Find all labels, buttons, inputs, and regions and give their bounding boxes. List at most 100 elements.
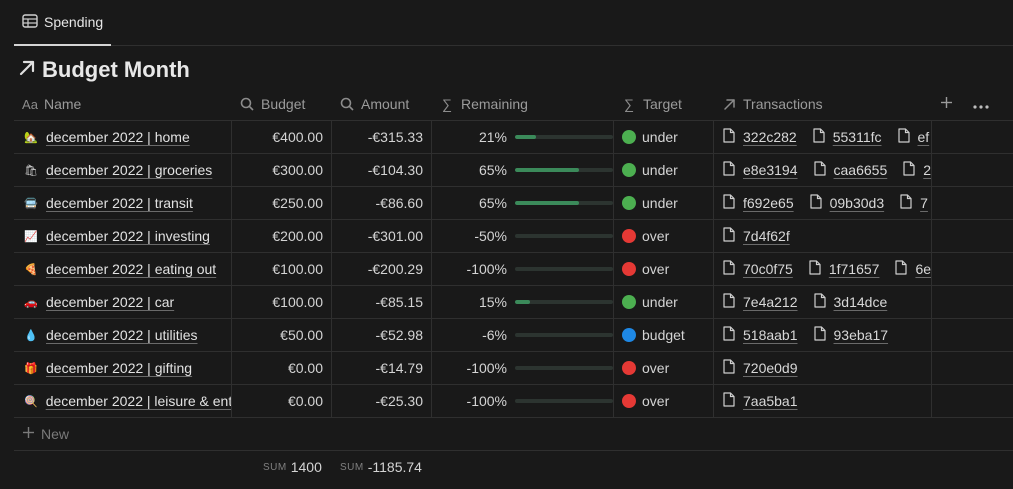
transactions-cell[interactable]: f692e65 09b30d3 7: [713, 187, 931, 219]
column-header-amount[interactable]: Amount: [331, 88, 431, 120]
table-row[interactable]: 🚍 december 2022 | transit €250.00 -€86.60 65…: [14, 187, 1013, 220]
tab-spending[interactable]: Spending: [14, 0, 111, 46]
amount-cell[interactable]: -€25.30: [331, 385, 431, 417]
column-header-target[interactable]: ∑ Target: [613, 88, 713, 120]
table-row[interactable]: 📈 december 2022 | investing €200.00 -€301.0…: [14, 220, 1013, 253]
transaction-link[interactable]: ef: [897, 128, 929, 146]
target-cell[interactable]: over: [613, 220, 713, 252]
table-row[interactable]: 🍕 december 2022 | eating out €100.00 -€200.…: [14, 253, 1013, 286]
transaction-link[interactable]: f692e65: [723, 194, 794, 212]
name-cell[interactable]: 🍕 december 2022 | eating out: [14, 253, 231, 285]
transactions-cell[interactable]: e8e3194 caa6655 2: [713, 154, 931, 186]
budget-cell[interactable]: €200.00: [231, 220, 331, 252]
transaction-link[interactable]: 55311fc: [813, 128, 882, 146]
table-row[interactable]: 💧 december 2022 | utilities €50.00 -€52.98 -…: [14, 319, 1013, 352]
budget-cell[interactable]: €400.00: [231, 121, 331, 153]
row-name-link[interactable]: december 2022 | eating out: [46, 261, 216, 277]
target-cell[interactable]: under: [613, 286, 713, 318]
row-name-link[interactable]: december 2022 | home: [46, 129, 190, 145]
name-cell[interactable]: 🚍 december 2022 | transit: [14, 187, 231, 219]
transaction-link[interactable]: 7d4f62f: [723, 227, 790, 245]
target-cell[interactable]: under: [613, 154, 713, 186]
remaining-cell[interactable]: -50%: [431, 220, 613, 252]
amount-cell[interactable]: -€104.30: [331, 154, 431, 186]
row-name-link[interactable]: december 2022 | transit: [46, 195, 193, 211]
budget-cell[interactable]: €0.00: [231, 352, 331, 384]
amount-sum[interactable]: SUM -1185.74: [340, 451, 422, 483]
name-cell[interactable]: 🏡 december 2022 | home: [14, 121, 231, 153]
table-row[interactable]: 🛍 december 2022 | groceries €300.00 -€104.3…: [14, 154, 1013, 187]
amount-cell[interactable]: -€301.00: [331, 220, 431, 252]
transaction-link[interactable]: 09b30d3: [810, 194, 884, 212]
transactions-cell[interactable]: 7e4a212 3d14dce: [713, 286, 931, 318]
transaction-link[interactable]: 2: [903, 161, 931, 179]
transaction-link[interactable]: 1f71657: [809, 260, 879, 278]
name-cell[interactable]: 🎁 december 2022 | gifting: [14, 352, 231, 384]
transactions-cell[interactable]: 7aa5ba1: [713, 385, 931, 417]
name-cell[interactable]: 💧 december 2022 | utilities: [14, 319, 231, 351]
transaction-link[interactable]: 7: [900, 194, 928, 212]
remaining-cell[interactable]: 65%: [431, 154, 613, 186]
row-name-link[interactable]: december 2022 | gifting: [46, 360, 192, 376]
budget-cell[interactable]: €50.00: [231, 319, 331, 351]
transaction-link[interactable]: e8e3194: [723, 161, 798, 179]
target-cell[interactable]: over: [613, 385, 713, 417]
transactions-cell[interactable]: 518aab1 93eba17: [713, 319, 931, 351]
transaction-link[interactable]: 7e4a212: [723, 293, 798, 311]
transactions-cell[interactable]: 70c0f75 1f71657 6e: [713, 253, 931, 285]
name-cell[interactable]: 📈 december 2022 | investing: [14, 220, 231, 252]
budget-cell[interactable]: €100.00: [231, 253, 331, 285]
target-cell[interactable]: under: [613, 187, 713, 219]
budget-cell[interactable]: €100.00: [231, 286, 331, 318]
target-cell[interactable]: budget: [613, 319, 713, 351]
amount-cell[interactable]: -€85.15: [331, 286, 431, 318]
table-row[interactable]: 🎁 december 2022 | gifting €0.00 -€14.79 -100…: [14, 352, 1013, 385]
transaction-link[interactable]: 720e0d9: [723, 359, 798, 377]
remaining-cell[interactable]: -100%: [431, 385, 613, 417]
amount-cell[interactable]: -€315.33: [331, 121, 431, 153]
column-header-name[interactable]: Aa Name: [14, 88, 231, 120]
name-cell[interactable]: 🚗 december 2022 | car: [14, 286, 231, 318]
column-header-budget[interactable]: Budget: [231, 88, 331, 120]
remaining-cell[interactable]: -100%: [431, 352, 613, 384]
row-name-link[interactable]: december 2022 | groceries: [46, 162, 212, 178]
transactions-cell[interactable]: 7d4f62f: [713, 220, 931, 252]
transaction-link[interactable]: 3d14dce: [813, 293, 887, 311]
budget-cell[interactable]: €0.00: [231, 385, 331, 417]
new-row-button[interactable]: New: [14, 418, 1013, 451]
budget-cell[interactable]: €300.00: [231, 154, 331, 186]
target-cell[interactable]: over: [613, 352, 713, 384]
remaining-cell[interactable]: 21%: [431, 121, 613, 153]
transaction-link[interactable]: 322c282: [723, 128, 797, 146]
more-options-button[interactable]: [969, 88, 993, 120]
target-cell[interactable]: under: [613, 121, 713, 153]
transaction-link[interactable]: 518aab1: [723, 326, 798, 344]
remaining-cell[interactable]: -6%: [431, 319, 613, 351]
amount-cell[interactable]: -€14.79: [331, 352, 431, 384]
column-header-remaining[interactable]: ∑ Remaining: [431, 88, 613, 120]
row-name-link[interactable]: december 2022 | utilities: [46, 327, 198, 343]
row-name-link[interactable]: december 2022 | investing: [46, 228, 210, 244]
row-name-link[interactable]: december 2022 | leisure & ent: [46, 393, 231, 409]
remaining-cell[interactable]: -100%: [431, 253, 613, 285]
transactions-cell[interactable]: 720e0d9: [713, 352, 931, 384]
table-row[interactable]: 🏡 december 2022 | home €400.00 -€315.33 21% u…: [14, 121, 1013, 154]
row-name-link[interactable]: december 2022 | car: [46, 294, 174, 310]
budget-cell[interactable]: €250.00: [231, 187, 331, 219]
table-row[interactable]: 🚗 december 2022 | car €100.00 -€85.15 15% und…: [14, 286, 1013, 319]
target-cell[interactable]: over: [613, 253, 713, 285]
transaction-link[interactable]: 6e: [895, 260, 931, 278]
name-cell[interactable]: 🛍 december 2022 | groceries: [14, 154, 231, 186]
budget-sum[interactable]: SUM 1400: [263, 451, 322, 483]
column-header-transactions[interactable]: Transactions: [713, 88, 931, 120]
table-row[interactable]: 🍭 december 2022 | leisure & ent €0.00 -€25.…: [14, 385, 1013, 418]
add-property-button[interactable]: [936, 88, 960, 120]
transaction-link[interactable]: 70c0f75: [723, 260, 793, 278]
name-cell[interactable]: 🍭 december 2022 | leisure & ent: [14, 385, 231, 417]
amount-cell[interactable]: -€200.29: [331, 253, 431, 285]
transactions-cell[interactable]: 322c282 55311fc ef: [713, 121, 931, 153]
amount-cell[interactable]: -€52.98: [331, 319, 431, 351]
remaining-cell[interactable]: 65%: [431, 187, 613, 219]
remaining-cell[interactable]: 15%: [431, 286, 613, 318]
transaction-link[interactable]: 93eba17: [813, 326, 888, 344]
